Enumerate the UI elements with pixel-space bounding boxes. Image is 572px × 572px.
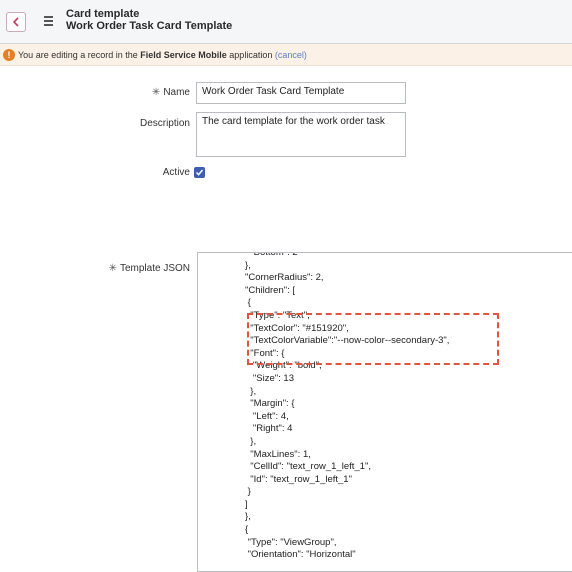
exclamation-circle-icon: !: [3, 49, 15, 61]
json-line: ]: [245, 498, 248, 510]
alert-message: You are editing a record in the Field Se…: [18, 44, 307, 66]
json-line: },: [245, 385, 257, 397]
name-label: ✳ Name: [120, 87, 190, 98]
json-line: "Left": 4,: [245, 410, 289, 422]
json-line: "Type": "ViewGroup",: [245, 536, 337, 548]
form-header: Card template Work Order Task Card Templ…: [0, 0, 572, 44]
json-line: "Size": 13: [245, 372, 294, 384]
alert-prefix: You are editing a record in the: [18, 50, 141, 60]
json-line: "Orientation": "Horizontal": [245, 549, 356, 561]
asterisk-icon: ✳: [108, 263, 117, 274]
chevron-left-icon: [12, 17, 19, 27]
name-label-text: Name: [163, 87, 190, 98]
json-line: {: [245, 297, 251, 309]
active-label: Active: [162, 167, 190, 178]
record-type-label: Card template: [66, 8, 140, 20]
json-line: "Children": [: [245, 284, 296, 296]
template-json-editor[interactable]: "Bottom": 2}, "CornerRadius": 2, "Children…: [197, 252, 572, 572]
json-line: "Margin": {: [245, 398, 295, 410]
json-line: "Id": "text_row_1_left_1": [245, 473, 352, 485]
json-line: "CornerRadius": 2,: [245, 272, 324, 284]
description-label: Description: [139, 118, 190, 129]
scope-alert-banner: ! You are editing a record in the Field …: [0, 44, 572, 66]
template-json-label-text: Template JSON: [119, 263, 190, 274]
alert-app-name: Field Service Mobile: [140, 50, 227, 60]
active-checkbox[interactable]: [194, 167, 205, 178]
json-line: }: [245, 486, 251, 498]
template-json-label: ✳ Template JSON: [80, 263, 190, 274]
json-line: {: [245, 524, 249, 536]
highlight-annotation: [247, 313, 499, 365]
json-line: },: [245, 259, 251, 271]
cancel-link[interactable]: (cancel): [275, 50, 307, 60]
json-line: "Bottom": 2: [245, 252, 298, 258]
json-line: },: [245, 435, 257, 447]
back-button[interactable]: [6, 12, 26, 32]
description-field[interactable]: The card template for the work order tas…: [196, 112, 406, 157]
alert-suffix: application: [226, 50, 275, 60]
template-json-code: "Bottom": 2}, "CornerRadius": 2, "Children…: [245, 252, 449, 562]
json-line: "Right": 4: [245, 423, 293, 435]
name-field[interactable]: Work Order Task Card Template: [196, 82, 406, 104]
page-title: Work Order Task Card Template: [66, 20, 233, 32]
asterisk-icon: ✳: [151, 87, 161, 98]
hamburger-menu-icon[interactable]: [44, 16, 53, 28]
checkmark-icon: [195, 169, 204, 176]
json-line: "CellId": "text_row_1_left_1",: [245, 461, 371, 473]
json-line: "MaxLines": 1,: [245, 448, 311, 460]
json-line: },: [245, 511, 251, 523]
